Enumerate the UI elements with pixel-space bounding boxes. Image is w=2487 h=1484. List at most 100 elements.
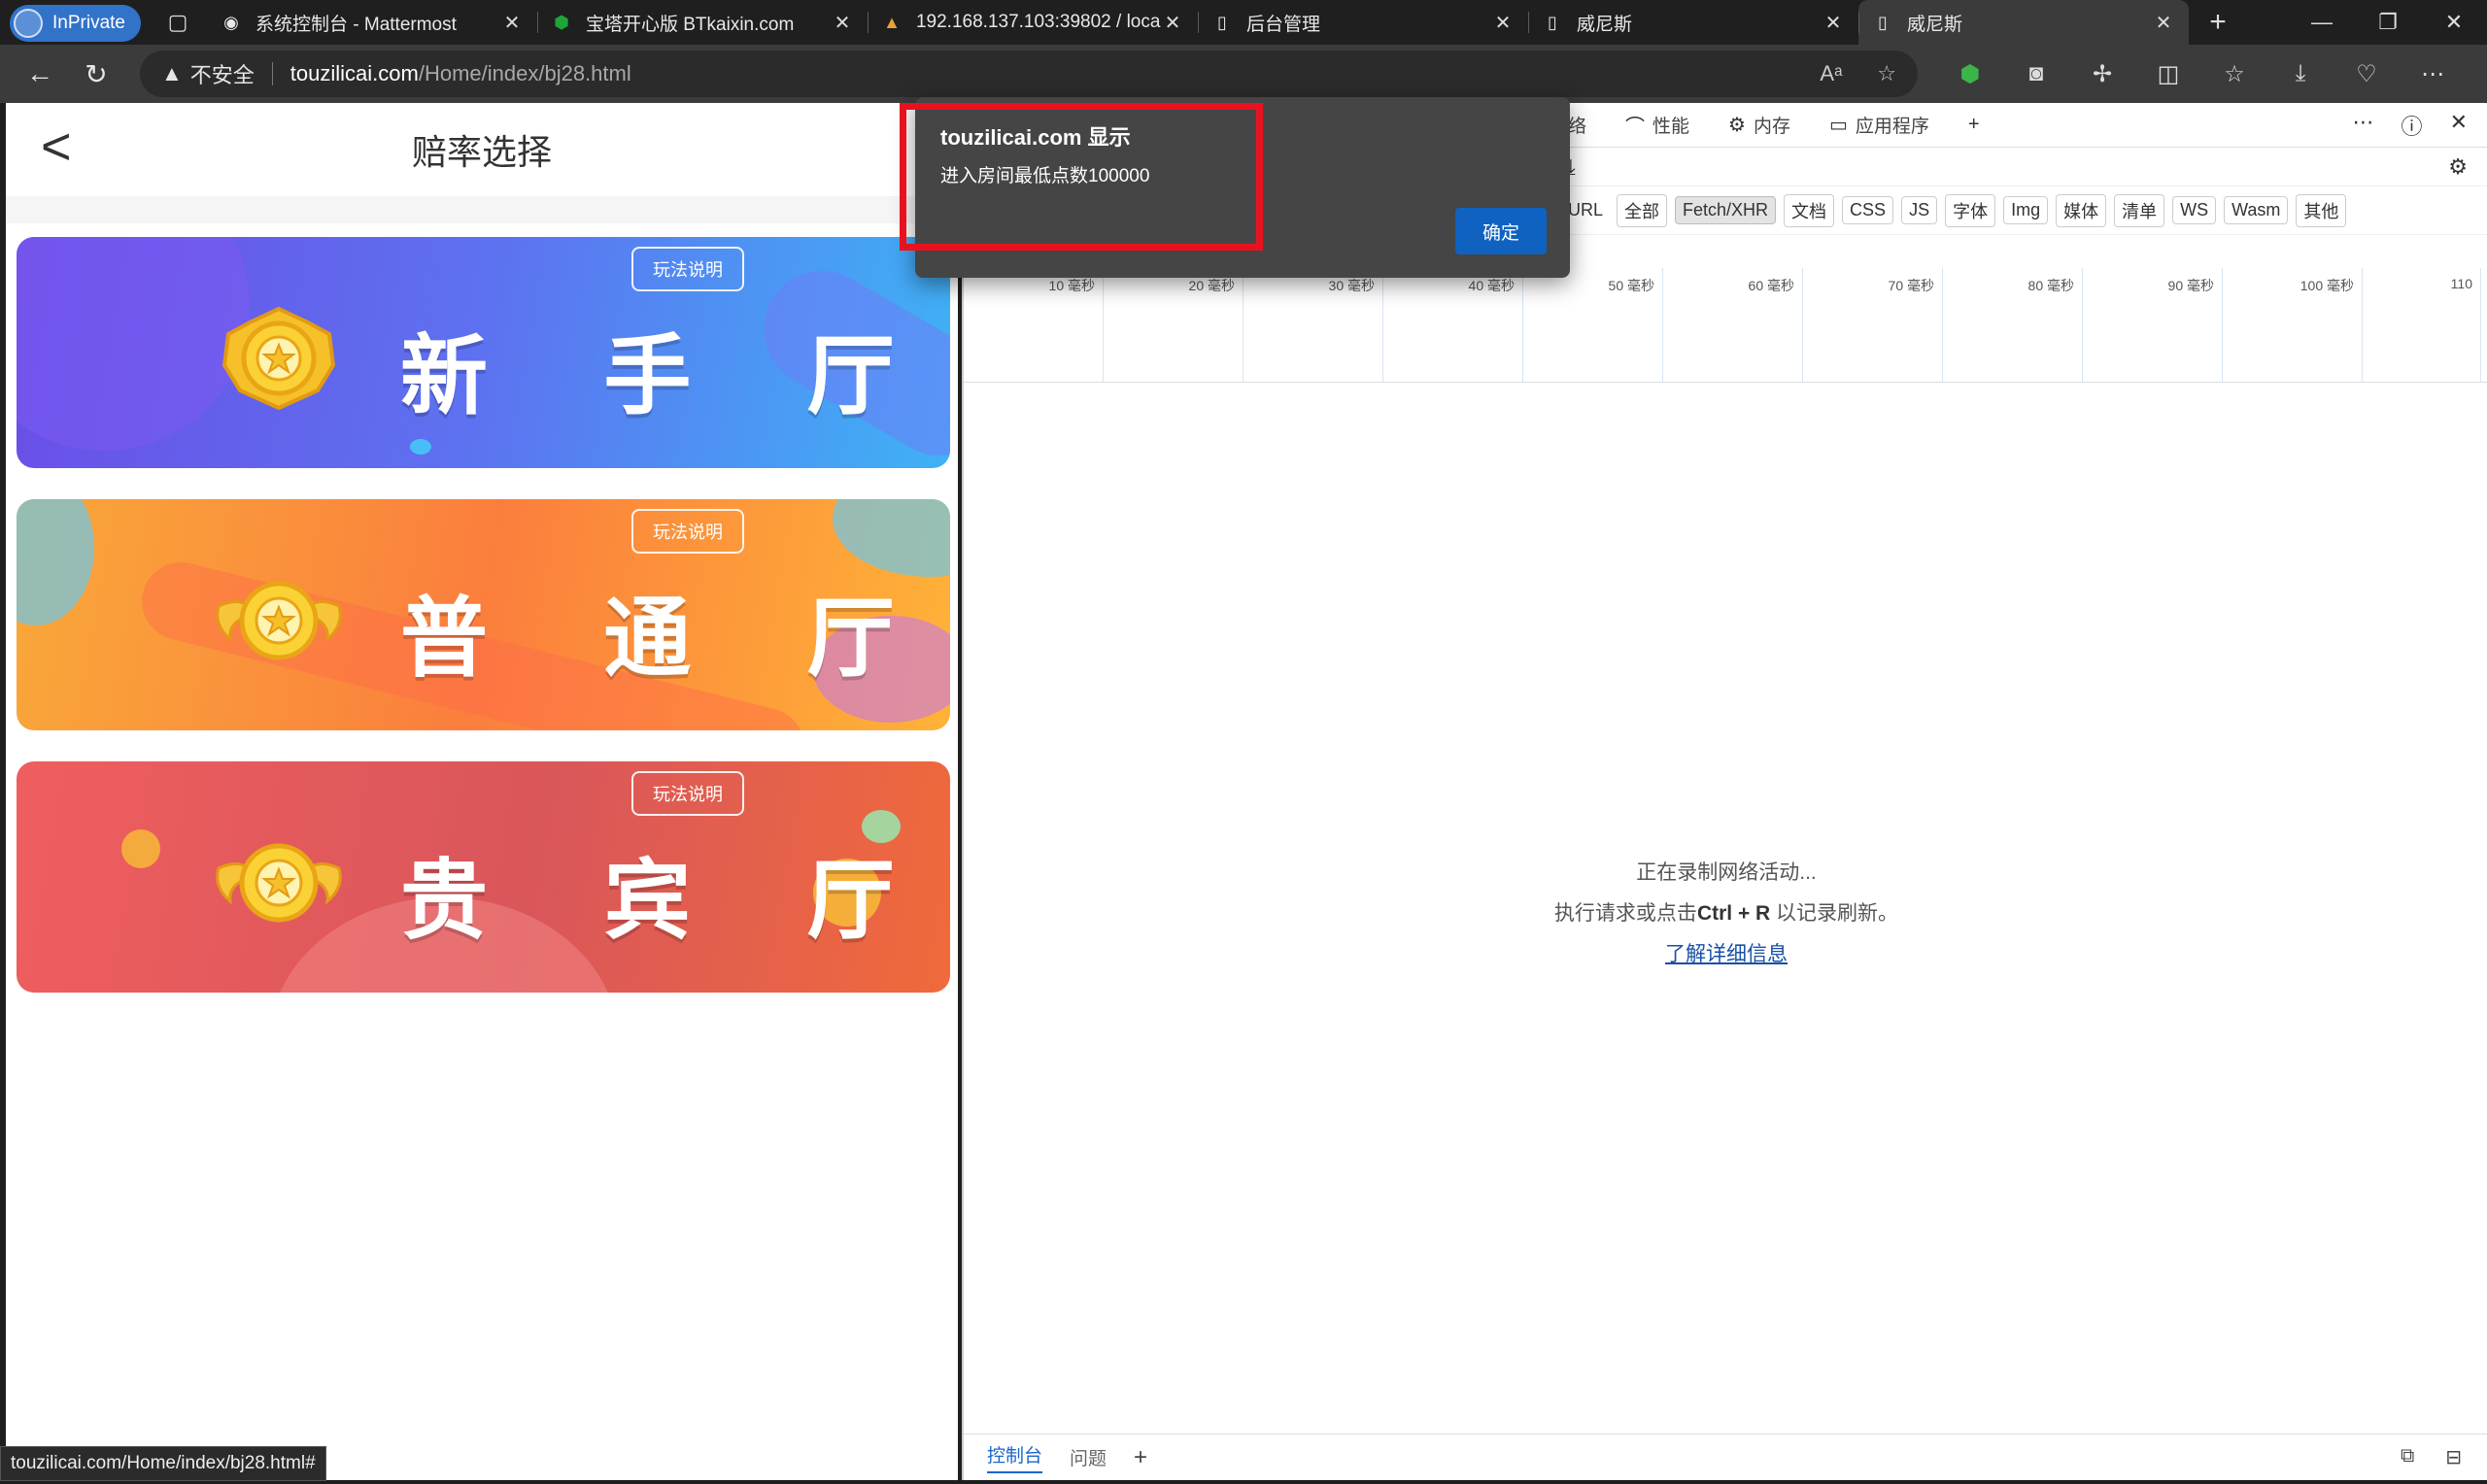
filter-chip[interactable]: CSS xyxy=(1842,196,1894,224)
close-tab-icon[interactable]: ✕ xyxy=(1491,11,1515,35)
browser-tab[interactable]: ⬢ 宝塔开心版 BTkaixin.com ✕ xyxy=(536,0,868,45)
learn-more-link[interactable]: 了解详细信息 xyxy=(1665,943,1788,965)
tab-label: 络 xyxy=(1568,117,1587,137)
extensions-icon[interactable]: ✢ xyxy=(2069,52,2135,95)
favorites-icon[interactable]: ☆ xyxy=(2201,52,2267,95)
gear-icon[interactable]: ⚙ xyxy=(2448,154,2468,180)
close-tab-icon[interactable]: ✕ xyxy=(1822,11,1845,35)
hall-card-novice[interactable]: 新 手 厅 玩法说明 xyxy=(17,237,950,468)
read-aloud-icon[interactable]: Aᵃ xyxy=(1820,61,1842,86)
tab-application[interactable]: ▭ 应用程序 xyxy=(1810,112,1949,138)
tab-console[interactable]: 控制台 xyxy=(987,1441,1043,1473)
performance-icon: ⌒ xyxy=(1625,117,1646,138)
close-tab-icon[interactable]: ✕ xyxy=(1161,11,1184,35)
inprivate-icon[interactable]: ◙ xyxy=(2003,52,2069,95)
filter-chip[interactable]: Img xyxy=(2003,196,2049,224)
tab-title: 威尼斯 xyxy=(1906,14,1962,35)
filter-chip[interactable]: 其他 xyxy=(2296,193,2347,227)
browser-tab-active[interactable]: ▯ 威尼斯 ✕ xyxy=(1857,0,2189,45)
medal-icon xyxy=(216,581,342,660)
more-icon[interactable]: ⋯ xyxy=(2353,110,2374,141)
add-drawer-tab-icon[interactable]: + xyxy=(1134,1444,1147,1471)
security-label: 不安全 xyxy=(189,63,255,87)
close-tab-icon[interactable]: ✕ xyxy=(831,11,854,35)
performance-icon[interactable]: ♡ xyxy=(2334,52,2400,95)
decoration xyxy=(121,829,160,868)
close-window-icon[interactable]: ✕ xyxy=(2421,0,2487,45)
filter-chip[interactable]: JS xyxy=(1901,196,1938,224)
dock-icon[interactable]: ⧉ xyxy=(2401,1445,2414,1469)
medal-icon xyxy=(216,843,342,923)
address-actions: Aᵃ ☆ xyxy=(1820,61,1896,86)
rules-button[interactable]: 玩法说明 xyxy=(631,771,744,816)
tab-title: 宝塔开心版 BTkaixin.com xyxy=(585,14,795,35)
network-timeline[interactable]: 10 毫秒 20 毫秒 30 毫秒 40 毫秒 50 毫秒 60 毫秒 70 毫… xyxy=(964,268,2487,383)
filter-chip[interactable]: 字体 xyxy=(1945,193,1996,227)
divider xyxy=(271,62,273,85)
hall-card-normal[interactable]: 普 通 厅 玩法说明 xyxy=(17,499,950,730)
chevron-left-icon[interactable]: < xyxy=(41,117,72,177)
hall-name: 普 通 厅 xyxy=(400,588,937,690)
highlight-box xyxy=(900,103,1263,251)
timeline-tick: 60 毫秒 xyxy=(1663,268,1803,383)
tab-title: 192.168.137.103:39802 / locall xyxy=(915,12,1161,32)
timeline-tick: 20 毫秒 xyxy=(1104,268,1244,383)
filter-chip[interactable]: 文档 xyxy=(1784,193,1835,227)
downloads-icon[interactable]: ⤓ xyxy=(2267,52,2334,95)
close-tab-icon[interactable]: ✕ xyxy=(500,11,524,35)
shield-extension-icon[interactable]: ⬢ xyxy=(1937,52,2003,95)
page-icon: ▯ xyxy=(1548,12,1557,32)
rules-button[interactable]: 玩法说明 xyxy=(631,247,744,291)
filter-chip[interactable]: WS xyxy=(2172,196,2217,224)
tab-title: 威尼斯 xyxy=(1576,14,1632,35)
rules-button[interactable]: 玩法说明 xyxy=(631,509,744,554)
filter-chip[interactable]: 媒体 xyxy=(2056,193,2107,227)
ok-button[interactable]: 确定 xyxy=(1455,208,1547,254)
address-bar[interactable]: ▲ 不安全 touzilicai.com/Home/index/bj28.htm… xyxy=(140,51,1918,97)
inprivate-badge[interactable]: InPrivate xyxy=(10,5,141,42)
tab-memory[interactable]: ⚙ 内存 xyxy=(1709,112,1810,138)
medal-icon xyxy=(221,306,336,411)
filter-chip[interactable]: 清单 xyxy=(2114,193,2165,227)
browser-tab[interactable]: ◉ 系统控制台 - Mattermost ✕ xyxy=(207,0,537,45)
timeline-tick: 80 毫秒 xyxy=(1943,268,2083,383)
filter-chip-active[interactable]: Fetch/XHR xyxy=(1675,196,1777,224)
filter-label: URL xyxy=(1568,200,1604,219)
tab-performance[interactable]: ⌒ 性能 xyxy=(1606,111,1709,139)
profile-avatar xyxy=(14,9,43,38)
browser-tab[interactable]: ▲ 192.168.137.103:39802 / locall ✕ xyxy=(867,0,1198,45)
refresh-icon[interactable]: ↻ xyxy=(68,52,124,95)
filter-chip[interactable]: Wasm xyxy=(2224,196,2289,224)
empty-state-line2: 执行请求或点击Ctrl + R 以记录刷新。 xyxy=(964,897,2487,927)
new-tab-icon[interactable]: + xyxy=(2189,0,2247,45)
more-icon[interactable]: ⋯ xyxy=(2400,52,2466,95)
close-tab-icon[interactable]: ✕ xyxy=(2152,11,2175,35)
minimize-icon[interactable]: — xyxy=(2289,0,2355,45)
warning-icon: ▲ xyxy=(161,61,183,85)
timeline-tick: 30 毫秒 xyxy=(1244,268,1383,383)
back-icon[interactable]: ← xyxy=(12,52,68,95)
collapse-drawer-icon[interactable]: ⊟ xyxy=(2445,1445,2462,1469)
status-bar-url: touzilicai.com/Home/index/bj28.html# xyxy=(0,1446,326,1481)
url-host: touzilicai.com xyxy=(290,61,419,85)
hall-card-vip[interactable]: 贵 宾 厅 玩法说明 xyxy=(17,761,950,993)
browser-tab-strip: InPrivate ▢ ◉ 系统控制台 - Mattermost ✕ ⬢ 宝塔开… xyxy=(0,0,2487,45)
tab-issues[interactable]: 问题 xyxy=(1070,1444,1107,1470)
mattermost-icon: ◉ xyxy=(223,12,239,32)
add-tool-icon[interactable]: + xyxy=(1949,114,1999,136)
hint-text: 以记录刷新。 xyxy=(1770,902,1899,925)
empty-state-line1: 正在录制网络活动... xyxy=(1636,861,1817,884)
help-icon[interactable]: ⓘ xyxy=(2402,110,2423,141)
filter-chip[interactable]: 全部 xyxy=(1617,193,1668,227)
tab-actions-icon[interactable]: ▢ xyxy=(149,0,207,45)
timeline-tick: 40 毫秒 xyxy=(1383,268,1523,383)
split-screen-icon[interactable]: ◫ xyxy=(2135,52,2201,95)
close-devtools-icon[interactable]: ✕ xyxy=(2450,110,2468,141)
learn-more-container: 了解详细信息 xyxy=(964,938,2487,967)
url-path: /Home/index/bj28.html xyxy=(418,61,631,85)
favorite-star-icon[interactable]: ☆ xyxy=(1877,61,1896,86)
page-header: < 赔率选择 xyxy=(6,103,958,196)
browser-tab[interactable]: ▯ 后台管理 ✕ xyxy=(1197,0,1528,45)
browser-tab[interactable]: ▯ 威尼斯 ✕ xyxy=(1527,0,1858,45)
restore-icon[interactable]: ❐ xyxy=(2355,0,2421,45)
